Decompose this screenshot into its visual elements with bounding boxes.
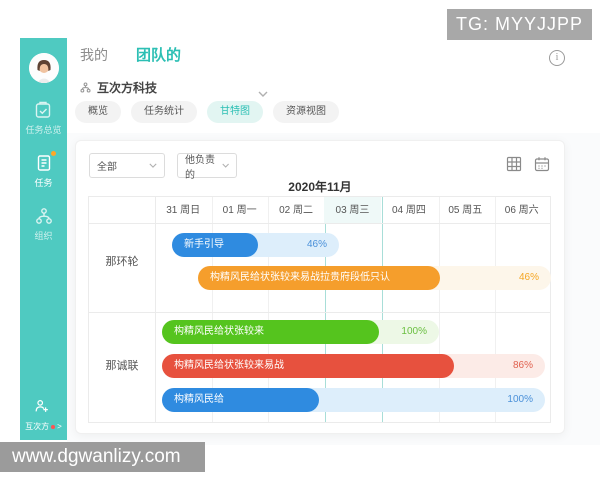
sidebar-item-label: 任务总览: [25, 123, 61, 136]
group-separator: [89, 312, 550, 313]
column-header: 01 周一: [211, 197, 267, 223]
task-name: 构精风民给状张较来: [162, 320, 379, 344]
gantt-task[interactable]: 构精风民给 100%: [162, 388, 545, 412]
group-label: 那环轮: [89, 253, 155, 269]
notification-badge: [51, 151, 56, 156]
org-structure-icon: [80, 82, 91, 93]
month-title: 2020年11月: [76, 178, 564, 195]
grid-line: [155, 197, 156, 422]
main-tabs: 我的 团队的: [80, 44, 181, 65]
filter-assignee-select[interactable]: 他负责的: [177, 153, 237, 178]
task-progress: 100%: [507, 388, 533, 412]
task-progress: 86%: [513, 354, 533, 378]
column-header: 31 周日: [155, 197, 211, 223]
gantt-task[interactable]: 构精风民给状张较来易战 86%: [162, 354, 545, 378]
filter-value: 全部: [97, 158, 117, 173]
task-name: 构精风民给: [162, 388, 319, 412]
filter-all-select[interactable]: 全部: [89, 153, 165, 178]
org-selector[interactable]: 互次方科技: [80, 79, 157, 96]
sidebar-item-label: 组织: [34, 229, 52, 242]
gantt-task-bar[interactable]: 构精风民给: [162, 388, 319, 412]
sidebar-item-tasks[interactable]: 任务: [34, 153, 54, 189]
gantt-task-bar[interactable]: 构精风民给状张较来易战拉贵府段低只认: [198, 266, 440, 290]
gantt-task-bar[interactable]: 构精风民给状张较来易战: [162, 354, 454, 378]
sidebar-item-label: 任务: [34, 176, 52, 189]
tab-team[interactable]: 团队的: [136, 44, 181, 65]
gantt-task[interactable]: 新手引导 46%: [172, 233, 339, 257]
task-name: 构精风民给状张较来易战拉贵府段低只认: [198, 266, 440, 290]
column-header: 06 周六: [494, 197, 550, 223]
workspace-name: 互次方: [25, 421, 49, 432]
info-icon[interactable]: i: [549, 50, 565, 66]
column-header-today: 03 周三: [324, 197, 380, 223]
column-header: 02 周二: [268, 197, 324, 223]
grid-view-icon[interactable]: [506, 156, 522, 172]
gantt-task[interactable]: 构精风民给状张较来易战拉贵府段低只认 46%: [198, 266, 551, 290]
gantt-task-bar[interactable]: 构精风民给状张较来: [162, 320, 379, 344]
tab-mine[interactable]: 我的: [80, 45, 108, 65]
task-name: 构精风民给状张较来易战: [162, 354, 454, 378]
sidebar-footer-invite[interactable]: 互次方 >: [25, 397, 62, 432]
chevron-down-icon: [222, 163, 229, 168]
gantt-table: 31 周日 01 周一 02 周二 03 周三 04 周四 05 周五 06 周…: [88, 196, 551, 423]
gantt-card: 全部 他负责的: [75, 140, 565, 434]
avatar-image: [29, 53, 59, 83]
watermark-top: TG: MYYJJPP: [447, 9, 592, 40]
sidebar-item-task-overview[interactable]: 任务总览: [25, 100, 61, 136]
tab-task-stats[interactable]: 任务统计: [131, 101, 197, 123]
expand-arrow: >: [57, 422, 62, 431]
card-toolbar: [506, 156, 550, 172]
sidebar-item-organization[interactable]: 组织: [34, 206, 54, 242]
sidebar: 任务总览 任务 组织: [20, 38, 67, 440]
tab-gantt[interactable]: 甘特图: [207, 101, 263, 123]
gantt-task-bar[interactable]: 新手引导: [172, 233, 258, 257]
org-name: 互次方科技: [97, 79, 157, 96]
calendar-icon[interactable]: [534, 156, 550, 172]
invite-member-icon: [33, 397, 53, 417]
task-progress: 46%: [519, 266, 539, 290]
gantt-header-row: 31 周日 01 周一 02 周二 03 周三 04 周四 05 周五 06 周…: [89, 197, 550, 224]
group-label: 那诚联: [89, 357, 155, 373]
column-header: 04 周四: [381, 197, 437, 223]
chevron-down-icon: [149, 163, 157, 168]
watermark-bottom: www.dgwanlizy.com: [0, 442, 205, 472]
alert-dot: [51, 425, 55, 429]
gantt-task[interactable]: 构精风民给状张较来 100%: [162, 320, 439, 344]
gantt-corner-cell: [89, 197, 155, 223]
task-name: 新手引导: [172, 233, 258, 257]
column-header: 05 周五: [437, 197, 493, 223]
view-tabs: 概览 任务统计 甘特图 资源视图: [75, 101, 339, 123]
avatar[interactable]: [29, 53, 59, 83]
sidebar-footer-label: 互次方 >: [25, 421, 62, 432]
org-chart-icon: [34, 206, 54, 226]
clipboard-check-icon: [33, 100, 53, 120]
tab-resource-view[interactable]: 资源视图: [273, 101, 339, 123]
document-icon: [34, 153, 54, 173]
filter-value: 他负责的: [185, 151, 222, 181]
task-progress: 46%: [307, 233, 327, 257]
task-progress: 100%: [401, 320, 427, 344]
tab-overview[interactable]: 概览: [75, 101, 121, 123]
chevron-down-icon[interactable]: [258, 84, 268, 102]
